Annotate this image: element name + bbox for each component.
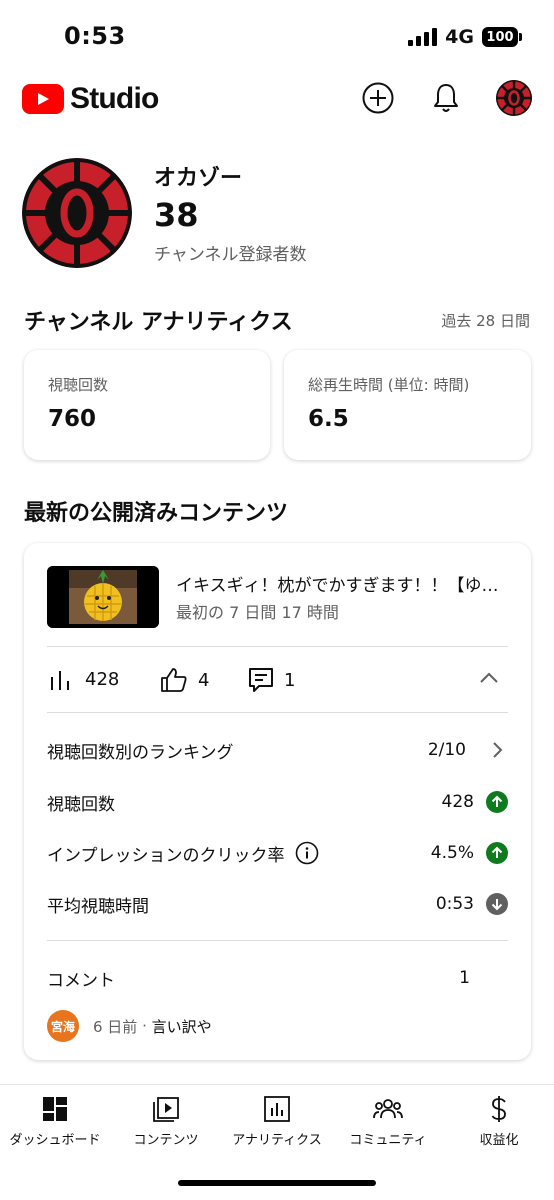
dollar-icon: [491, 1096, 506, 1122]
comment-text: 言い訳や: [151, 1017, 212, 1036]
info-icon[interactable]: [295, 841, 319, 865]
channel-logo-icon: [22, 158, 132, 268]
views-count: 428: [85, 668, 120, 690]
subscriber-count: 38: [154, 196, 199, 234]
latest-content-card: イキスギィ！枕がでかすぎます！！【ゆっくり実況】 最初の 7 日間 17 時間 …: [24, 543, 531, 1060]
thumbs-up-icon: [161, 668, 187, 692]
row-value: 428: [441, 792, 474, 812]
nav-monetization[interactable]: 収益化: [444, 1095, 554, 1148]
arrow-up-icon: [486, 842, 508, 864]
dashboard-icon: [43, 1097, 67, 1121]
community-icon: [373, 1099, 403, 1119]
comments-total: 1: [459, 968, 470, 988]
row-label: 視聴回数: [47, 794, 115, 815]
content-icon: [153, 1097, 179, 1122]
arrow-down-icon: [486, 893, 508, 915]
youtube-studio-logo[interactable]: Studio: [22, 82, 159, 116]
likes-metric: 4: [160, 667, 209, 693]
status-time: 0:53: [64, 22, 126, 50]
create-button[interactable]: [360, 80, 396, 116]
nav-analytics[interactable]: アナリティクス: [222, 1095, 332, 1148]
analytics-icon: [264, 1096, 290, 1122]
commenter-avatar: 宮海: [47, 1010, 79, 1042]
latest-content-title: 最新の公開済みコンテンツ: [24, 501, 289, 526]
watch-time-card[interactable]: 総再生時間 (単位: 時間) 6.5: [284, 350, 531, 460]
thumbnail-image: [47, 566, 159, 628]
card-label: 視聴回数: [48, 376, 109, 394]
ranking-row[interactable]: 視聴回数別のランキング 2/10: [47, 736, 508, 764]
arrow-up-icon: [486, 791, 508, 813]
notifications-button[interactable]: [428, 80, 464, 116]
signal-icon: [408, 28, 438, 46]
row-label: インプレッションのクリック率: [47, 845, 285, 866]
divider: [47, 646, 508, 647]
divider: [47, 712, 508, 713]
chevron-right-icon: [493, 742, 503, 758]
analytics-title: チャンネル アナリティクス: [24, 310, 293, 335]
row-value: 4.5%: [430, 843, 474, 863]
analytics-range: 過去 28 日間: [441, 312, 530, 330]
comments-label: コメント: [47, 970, 115, 991]
row-value: 0:53: [435, 894, 474, 914]
nav-label: 収益化: [479, 1133, 519, 1148]
views-row: 視聴回数 428: [47, 788, 508, 816]
comment-time: 6 日前: [93, 1017, 138, 1036]
views-metric: 428: [49, 667, 119, 691]
battery-icon: 100: [482, 27, 522, 47]
nav-community[interactable]: コミュニティ: [333, 1095, 443, 1148]
comment-separator: ·: [137, 1017, 152, 1035]
avg-view-duration-row: 平均視聴時間 0:53: [47, 890, 508, 918]
video-thumbnail[interactable]: [47, 566, 159, 628]
collapse-button[interactable]: [479, 671, 499, 685]
row-value: 2/10: [427, 740, 466, 760]
plus-circle-icon: [362, 82, 394, 114]
channel-name: オカゾー: [154, 166, 243, 191]
nav-dashboard[interactable]: ダッシュボード: [0, 1095, 110, 1148]
nav-content[interactable]: コンテンツ: [111, 1095, 221, 1148]
account-avatar[interactable]: [496, 80, 532, 116]
video-period: 最初の 7 日間 17 時間: [176, 603, 339, 622]
bell-icon: [434, 84, 458, 112]
nav-label: アナリティクス: [232, 1133, 322, 1148]
comments-metric: 1: [248, 667, 295, 693]
nav-label: ダッシュボード: [9, 1133, 101, 1148]
card-label: 総再生時間 (単位: 時間): [308, 376, 470, 394]
card-value: 760: [48, 406, 97, 432]
app-name: Studio: [70, 82, 159, 115]
divider: [47, 940, 508, 941]
youtube-play-icon: [22, 84, 64, 114]
network-type: 4G: [445, 26, 474, 48]
comments-count: 1: [284, 669, 296, 691]
card-value: 6.5: [308, 406, 349, 432]
comment-item[interactable]: 宮海 6 日前 · 言い訳や: [47, 1009, 508, 1043]
subscriber-label: チャンネル登録者数: [154, 245, 307, 265]
comments-row[interactable]: コメント 1: [47, 964, 508, 992]
app-header: Studio: [0, 74, 554, 124]
row-label: 視聴回数別のランキング: [47, 742, 234, 763]
row-label: 平均視聴時間: [47, 896, 149, 917]
likes-count: 4: [198, 669, 210, 691]
status-bar: 0:53 4G 100: [0, 0, 554, 74]
comment-icon: [249, 668, 273, 692]
battery-level: 100: [486, 29, 514, 45]
chevron-up-icon: [480, 672, 498, 683]
home-indicator[interactable]: [178, 1180, 376, 1186]
video-title[interactable]: イキスギィ！枕がでかすぎます！！【ゆっくり実況】: [176, 571, 506, 596]
nav-label: コミュニティ: [349, 1133, 427, 1148]
status-indicators: 4G 100: [408, 26, 522, 48]
avatar: [496, 80, 532, 116]
views-card[interactable]: 視聴回数 760: [24, 350, 270, 460]
ctr-row: インプレッションのクリック率 4.5%: [47, 839, 508, 867]
bar-chart-icon: [51, 671, 69, 690]
channel-avatar[interactable]: [22, 158, 132, 268]
nav-label: コンテンツ: [133, 1133, 199, 1148]
